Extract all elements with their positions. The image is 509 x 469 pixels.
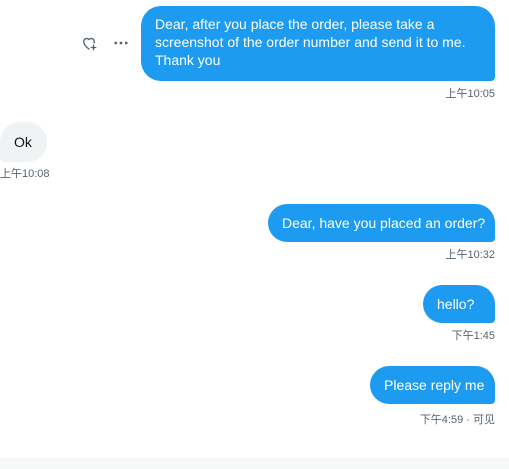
heart-plus-icon[interactable] (80, 34, 98, 52)
message-bubble-outgoing[interactable]: Please reply me (370, 366, 495, 404)
message-text: Dear, after you place the order, please … (155, 16, 466, 68)
message-bubble-outgoing[interactable]: hello? (423, 285, 495, 323)
message-timestamp: 下午1:45 (451, 330, 495, 342)
more-horizontal-icon[interactable] (112, 34, 130, 52)
message-text: hello? (437, 296, 475, 312)
message-text: Ok (14, 134, 32, 150)
message-timestamp: 上午10:05 (445, 88, 495, 100)
dm-conversation: Dear, after you place the order, please … (0, 0, 509, 469)
message-actions (80, 34, 130, 52)
composer-edge (0, 458, 509, 469)
message-bubble-outgoing[interactable]: Dear, have you placed an order? (268, 204, 495, 242)
message-text: Dear, have you placed an order? (282, 215, 486, 231)
message-text: Please reply me (384, 377, 485, 393)
message-bubble-outgoing[interactable]: Dear, after you place the order, please … (141, 6, 495, 81)
message-bubble-incoming[interactable]: Ok (0, 122, 47, 162)
message-timestamp-seen: 下午4:59 · 可见 (419, 414, 495, 426)
message-timestamp: 上午10:08 (0, 168, 50, 180)
message-timestamp: 上午10:32 (445, 249, 495, 261)
